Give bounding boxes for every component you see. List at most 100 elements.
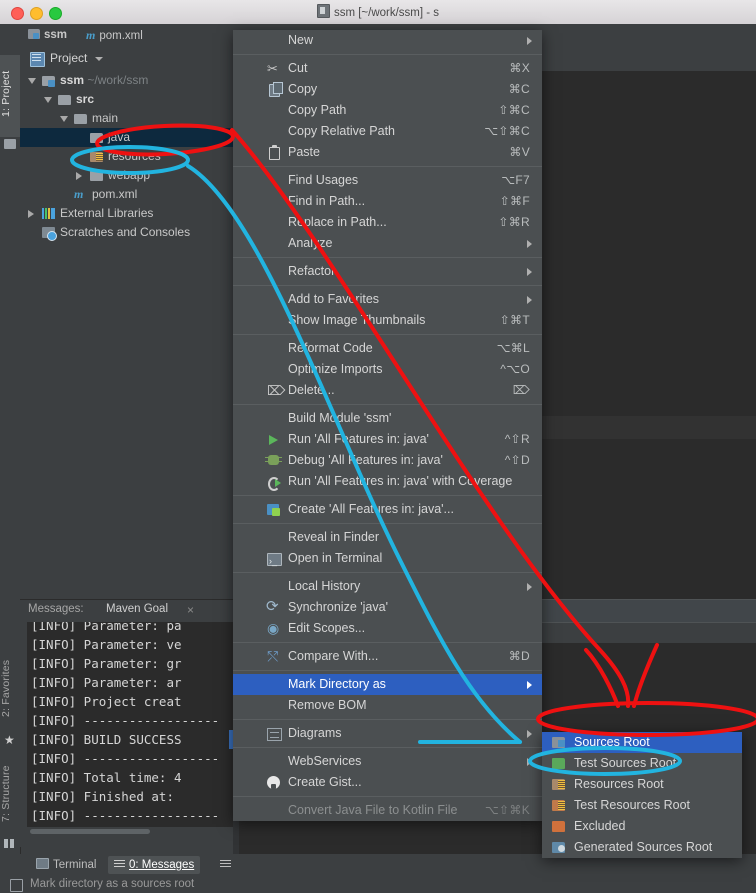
submenu-item-excluded[interactable]: Excluded [542,816,742,837]
menu-item-cut[interactable]: Cut ⌘X [233,58,542,79]
chevron-down-icon[interactable] [28,78,36,84]
chevron-right-icon [527,268,532,276]
tree-node-label: java [108,130,131,144]
menu-item-shortcut: ⇧⌘R [498,215,530,229]
project-panel: Project ssm ~/work/ssm src main java resourc… [20,47,233,599]
chevron-right-icon[interactable] [76,172,82,180]
project-tree[interactable]: ssm ~/work/ssm src main java resources webapp… [20,71,233,599]
menu-item-add-to-favorites[interactable]: Add to Favorites [233,289,542,310]
chevron-down-icon[interactable] [95,57,103,61]
tree-node-java[interactable]: java [20,128,233,147]
folder-icon [4,139,16,149]
menu-item-replace-in-path[interactable]: Replace in Path... ⇧⌘R [233,212,542,233]
menu-item-copy[interactable]: Copy ⌘C [233,79,542,100]
menu-item-create-gist[interactable]: Create Gist... [233,772,542,793]
maven-m-icon: m [86,28,96,42]
terminal-icon [36,858,49,869]
message-line: [INFO] Finished at: [31,789,174,804]
sidebar-item-project[interactable]: 1: Project [0,55,20,137]
submenu-item-generated-sources-root[interactable]: Generated Sources Root [542,837,742,858]
tree-node-src[interactable]: src [20,90,233,109]
context-menu[interactable]: New Cut ⌘X Copy ⌘C Copy Path ⇧⌘C Copy Relative … [233,30,542,821]
menu-item-open-in-terminal[interactable]: Open in Terminal [233,548,542,572]
submenu-item-resources-root[interactable]: Resources Root [542,774,742,795]
menu-item-label: Build Module 'ssm' [288,411,392,425]
menu-item-reveal-in-finder[interactable]: Reveal in Finder [233,527,542,548]
submenu-item-sources-root[interactable]: Sources Root [542,732,742,753]
tab-label: 0: Messages [129,859,195,871]
chevron-down-icon[interactable] [44,97,52,103]
tab-maven-goal[interactable]: Maven Goal [106,603,168,615]
chevron-right-icon[interactable] [28,210,34,218]
tree-node-webapp[interactable]: webapp [20,166,233,185]
menu-separator [233,523,542,524]
tree-node-ssm[interactable]: ssm ~/work/ssm [20,71,233,90]
messages-label: Messages: [28,603,84,615]
menu-item-analyze[interactable]: Analyze [233,233,542,254]
list-view-icon[interactable] [220,860,231,869]
menu-item-refactor[interactable]: Refactor [233,261,542,282]
chevron-down-icon[interactable] [60,116,68,122]
menu-item-diagrams[interactable]: Diagrams [233,723,542,744]
sidebar-item-favorites[interactable]: 2: Favorites [0,647,20,729]
menu-item-create-all-features-in-java[interactable]: Create 'All Features in: java'... [233,499,542,520]
menu-item-paste[interactable]: Paste ⌘V [233,142,542,163]
tree-node-pom-xml[interactable]: m pom.xml [20,185,233,204]
terminal-icon [267,551,282,572]
menu-item-remove-bom[interactable]: Remove BOM [233,695,542,716]
tree-node-external-libraries[interactable]: External Libraries [20,204,233,223]
menu-item-reformat-code[interactable]: Reformat Code ⌥⌘L [233,338,542,359]
mark-directory-as-submenu[interactable]: Sources Root Test Sources Root Resources R… [542,732,742,858]
menu-item-local-history[interactable]: Local History [233,576,542,597]
menu-item-label: Show Image Thumbnails [288,313,426,327]
sidebar-item-structure[interactable]: 7: Structure [0,753,20,835]
breadcrumb-item-pomxml[interactable]: m pom.xml [80,27,149,44]
menu-item-optimize-imports[interactable]: Optimize Imports ^⌥O [233,359,542,380]
menu-separator [233,404,542,405]
menu-item-shortcut: ⌥⇧⌘C [484,124,530,138]
menu-item-edit-scopes[interactable]: Edit Scopes... [233,618,542,639]
menu-item-delete[interactable]: Delete... ⌦ [233,380,542,401]
paste-icon [269,145,280,160]
tree-node-resources[interactable]: resources [20,147,233,166]
menu-item-synchronize-java[interactable]: Synchronize 'java' [233,596,542,618]
menu-item-label: Find Usages [288,173,359,187]
tree-node-scratches-and-consoles[interactable]: Scratches and Consoles [20,223,233,242]
tab-messages[interactable]: 0: Messages [108,856,201,874]
close-icon[interactable]: × [187,603,194,617]
menu-item-compare-with[interactable]: Compare With... ⌘D [233,646,542,667]
menu-item-find-usages[interactable]: Find Usages ⌥F7 [233,170,542,191]
breadcrumb-item-ssm[interactable]: ssm [22,27,73,44]
menu-item-mark-directory-as[interactable]: Mark Directory as [233,674,542,695]
menu-item-convert-java-file-to-kotlin-file[interactable]: Convert Java File to Kotlin File ⌥⇧⌘K [233,800,542,821]
chevron-right-icon [527,37,532,45]
chevron-right-icon [527,240,532,248]
messages-output[interactable]: [INFO] Parameter: pa [INFO] Parameter: ve… [27,622,233,827]
menu-separator [233,747,542,748]
tree-node-label: webapp [108,168,151,182]
menu-item-new[interactable]: New [233,30,542,51]
menu-item-build-module-ssm[interactable]: Build Module 'ssm' [233,408,542,429]
messages-horizontal-scrollbar[interactable] [27,827,233,836]
menu-item-debug-all-features-in-java[interactable]: Debug 'All Features in: java' ^⇧D [233,450,542,471]
chevron-right-icon [527,730,532,738]
menu-item-run-all-features-in-java[interactable]: Run 'All Features in: java' ^⇧R [233,429,542,450]
tree-node-path: ~/work/ssm [84,73,149,87]
folder-icon [90,133,103,143]
menu-item-show-image-thumbnails[interactable]: Show Image Thumbnails ⇧⌘T [233,310,542,331]
menu-item-webservices[interactable]: WebServices [233,751,542,772]
submenu-item-test-sources-root[interactable]: Test Sources Root [542,753,742,774]
menu-item-label: Local History [288,579,361,593]
menu-separator [233,257,542,258]
status-bar-text: Mark directory as a sources root [30,878,195,890]
menu-item-run-all-features-in-java-with-coverage[interactable]: Run 'All Features in: java' with Coverag… [233,471,542,492]
tab-terminal[interactable]: Terminal [30,856,102,874]
menu-item-copy-path[interactable]: Copy Path ⇧⌘C [233,100,542,121]
tree-node-main[interactable]: main [20,109,233,128]
menu-item-copy-relative-path[interactable]: Copy Relative Path ⌥⇧⌘C [233,121,542,142]
menu-item-find-in-path[interactable]: Find in Path... ⇧⌘F [233,191,542,212]
scrollbar-thumb[interactable] [30,829,150,834]
messages-panel-header: Messages: Maven Goal × [20,600,233,622]
status-bar: Mark directory as a sources root [0,876,756,893]
submenu-item-test-resources-root[interactable]: Test Resources Root [542,795,742,816]
